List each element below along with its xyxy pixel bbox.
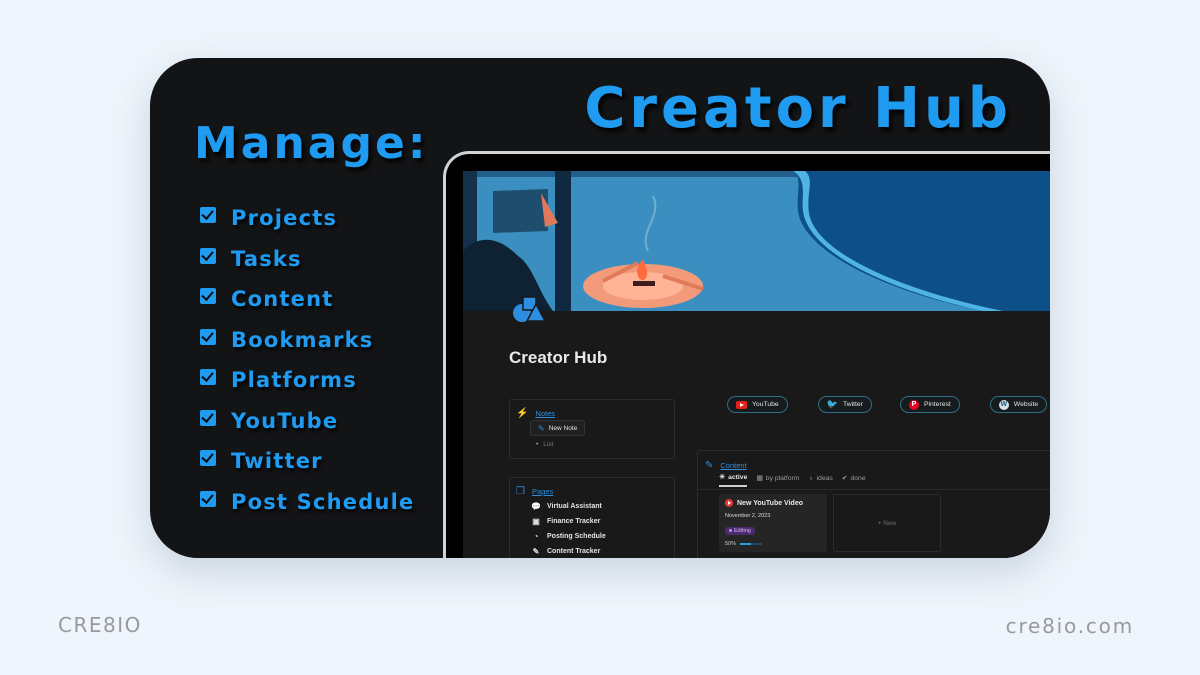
new-note-button[interactable]: ✎ New Note — [530, 420, 586, 436]
page-link-virtual-assistant[interactable]: 💬 Virtual Assistant — [531, 499, 606, 514]
new-card-button[interactable]: + New — [833, 494, 941, 552]
checklist-item: Bookmarks — [200, 320, 414, 361]
tab-ideas[interactable]: ♁ ideas — [808, 473, 832, 487]
shapes-icon — [513, 296, 547, 322]
pencil-icon: ✎ — [538, 423, 545, 433]
checklist-item: Post Schedule — [200, 482, 414, 523]
checkbox-checked-icon — [200, 328, 216, 345]
checklist-label: Projects — [231, 206, 338, 231]
youtube-button[interactable]: YouTube — [727, 396, 788, 413]
status-badge: Editing — [725, 526, 755, 535]
notes-panel: ⚡ Notes ✎ New Note List — [509, 399, 675, 459]
progress-label: 50% — [725, 541, 737, 547]
twitter-icon: 🐦 — [826, 399, 838, 409]
wordpress-icon: W — [998, 399, 1009, 410]
lightbulb-icon: ♁ — [808, 474, 814, 482]
headline: Creator Hub — [584, 76, 1012, 141]
tab-by-platform[interactable]: ▦ by platform — [756, 473, 799, 487]
pinterest-icon: P — [908, 399, 919, 410]
tab-done[interactable]: ✔ done — [842, 473, 866, 487]
checklist-label: Content — [231, 287, 334, 312]
card-progress: 50% — [725, 541, 821, 547]
money-icon: ▣ — [532, 517, 540, 526]
checkbox-checked-icon — [200, 288, 216, 305]
checklist-item: Projects — [200, 198, 414, 239]
page-link-content-tracker[interactable]: ✎ Content Tracker — [531, 544, 606, 558]
copy-icon: ❐ — [516, 486, 525, 497]
tab-divider — [698, 489, 1050, 490]
page-link-posting-schedule[interactable]: ◔ Posting Schedule — [531, 529, 606, 544]
brand-logo: CRE8IO — [58, 613, 142, 637]
platform-buttons: YouTube 🐦 Twitter P Pinterest W Website — [727, 396, 1050, 413]
checkbox-checked-icon — [200, 409, 216, 426]
checkbox-checked-icon — [200, 490, 216, 507]
notes-list-item[interactable]: List — [536, 441, 553, 448]
website-button[interactable]: W Website — [989, 396, 1048, 413]
checklist-label: Tasks — [231, 246, 302, 271]
checkbox-checked-icon — [200, 247, 216, 264]
checklist-item: YouTube — [200, 401, 414, 442]
notion-page: Creator Hub ⚡ Notes ✎ New Note List ❐ Pa… — [463, 171, 1050, 558]
edit-icon: ✎ — [705, 460, 714, 471]
manage-title: Manage: — [194, 118, 429, 169]
pages-panel: ❐ Pages 💬 Virtual Assistant ▣ Finance Trac… — [509, 477, 675, 558]
feature-checklist: Projects Tasks Content Bookmarks Platfor… — [200, 198, 414, 522]
page-link-finance-tracker[interactable]: ▣ Finance Tracker — [531, 514, 606, 529]
promo-card: Creator Hub Manage: Projects Tasks Conte… — [150, 58, 1050, 558]
campfire-beach-illustration — [463, 171, 1050, 311]
twitter-button[interactable]: 🐦 Twitter — [817, 396, 872, 413]
pinterest-button[interactable]: P Pinterest — [899, 396, 960, 413]
checklist-item: Content — [200, 279, 414, 320]
progress-bar — [740, 543, 763, 545]
card-title: New YouTube Video — [737, 499, 803, 507]
check-circle-icon: ✔ — [841, 475, 848, 482]
content-card[interactable]: New YouTube Video November 2, 2023 Editi… — [719, 494, 827, 552]
grid-icon: ▦ — [756, 475, 763, 482]
checklist-item: Platforms — [200, 360, 414, 401]
checkbox-checked-icon — [200, 369, 216, 386]
checklist-label: Platforms — [231, 368, 357, 393]
bolt-icon: ⚡ — [516, 408, 529, 419]
checklist-label: Bookmarks — [231, 327, 374, 352]
page-links: 💬 Virtual Assistant ▣ Finance Tracker ◔ Pos… — [531, 499, 606, 558]
page-title: Creator Hub — [509, 348, 608, 367]
laptop-mockup: Creator Hub ⚡ Notes ✎ New Note List ❐ Pa… — [443, 151, 1050, 558]
edit-icon: ✎ — [532, 547, 540, 556]
new-note-label: New Note — [548, 424, 578, 432]
tab-active[interactable]: ☀ active — [719, 473, 748, 487]
checkbox-checked-icon — [200, 450, 216, 467]
content-view-tabs: ☀ active ▦ by platform ♁ ideas ✔ done — [719, 473, 866, 487]
pages-link[interactable]: Pages — [532, 487, 553, 496]
content-link[interactable]: Content — [720, 461, 746, 470]
progress-fill — [740, 543, 752, 545]
checklist-item: Tasks — [200, 239, 414, 280]
notes-link[interactable]: Notes — [535, 409, 555, 418]
checklist-label: Post Schedule — [231, 489, 415, 514]
lightbulb-on-icon: ☀ — [719, 474, 726, 481]
content-panel: ✎ Content ☀ active ▦ by platform ♁ ideas ✔ d… — [697, 450, 1050, 558]
youtube-icon — [725, 499, 733, 507]
chat-icon: 💬 — [531, 502, 541, 511]
checklist-label: YouTube — [231, 408, 339, 433]
checklist-item: Twitter — [200, 441, 414, 482]
clock-icon: ◔ — [533, 532, 539, 541]
checklist-label: Twitter — [231, 449, 323, 474]
checkbox-checked-icon — [200, 207, 216, 224]
card-date: November 2, 2023 — [725, 513, 771, 519]
cover-image — [463, 171, 1050, 311]
brand-url: cre8io.com — [1005, 614, 1134, 638]
youtube-icon — [736, 400, 747, 409]
